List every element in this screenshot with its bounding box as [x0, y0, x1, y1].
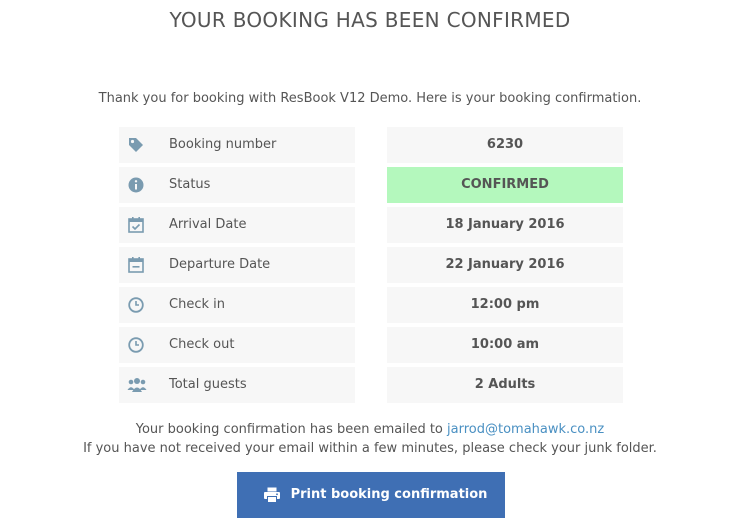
total-guests-row: Total guests 2 Adults — [119, 367, 623, 403]
check-out-label: Check out — [169, 337, 235, 352]
email-link[interactable]: jarrod@tomahawk.co.nz — [447, 422, 604, 437]
tag-icon — [127, 136, 145, 154]
calendar-check-icon — [127, 216, 145, 234]
booking-number-label: Booking number — [169, 137, 277, 152]
print-confirmation-button[interactable]: Print booking confirmation — [237, 472, 505, 518]
page-title: YOUR BOOKING HAS BEEN CONFIRMED — [169, 8, 571, 32]
print-button-label: Print booking confirmation — [290, 487, 488, 502]
status-badge: CONFIRMED — [387, 167, 623, 203]
users-icon — [127, 376, 147, 394]
departure-date-label: Departure Date — [169, 257, 271, 272]
junk-folder-notice: If you have not received your email with… — [83, 441, 657, 456]
intro-text: Thank you for booking with ResBook V12 D… — [98, 91, 642, 106]
booking-number-label-cell: Booking number — [119, 127, 355, 163]
check-out-value: 10:00 am — [387, 327, 623, 363]
departure-date-row: Departure Date 22 January 2016 — [119, 247, 623, 283]
clock-icon — [127, 296, 145, 314]
status-row: Status CONFIRMED — [119, 167, 623, 203]
info-icon — [127, 176, 145, 194]
email-notice-text: Your booking confirmation has been email… — [135, 422, 448, 437]
departure-date-label-cell: Departure Date — [119, 247, 355, 283]
total-guests-label: Total guests — [169, 377, 247, 392]
departure-date-value: 22 January 2016 — [387, 247, 623, 283]
check-in-value: 12:00 pm — [387, 287, 623, 323]
total-guests-label-cell: Total guests — [119, 367, 355, 403]
calendar-minus-icon — [127, 256, 145, 274]
arrival-date-value: 18 January 2016 — [387, 207, 623, 243]
status-label-cell: Status — [119, 167, 355, 203]
arrival-date-row: Arrival Date 18 January 2016 — [119, 207, 623, 243]
clock-icon — [127, 336, 145, 354]
email-notice: Your booking confirmation has been email… — [0, 422, 740, 437]
check-out-label-cell: Check out — [119, 327, 355, 363]
check-in-label: Check in — [169, 297, 225, 312]
status-label: Status — [169, 177, 211, 192]
booking-number-value: 6230 — [387, 127, 623, 163]
arrival-date-label-cell: Arrival Date — [119, 207, 355, 243]
arrival-date-label: Arrival Date — [169, 217, 247, 232]
check-out-row: Check out 10:00 am — [119, 327, 623, 363]
booking-number-row: Booking number 6230 — [119, 127, 623, 163]
total-guests-value: 2 Adults — [387, 367, 623, 403]
check-in-label-cell: Check in — [119, 287, 355, 323]
check-in-row: Check in 12:00 pm — [119, 287, 623, 323]
